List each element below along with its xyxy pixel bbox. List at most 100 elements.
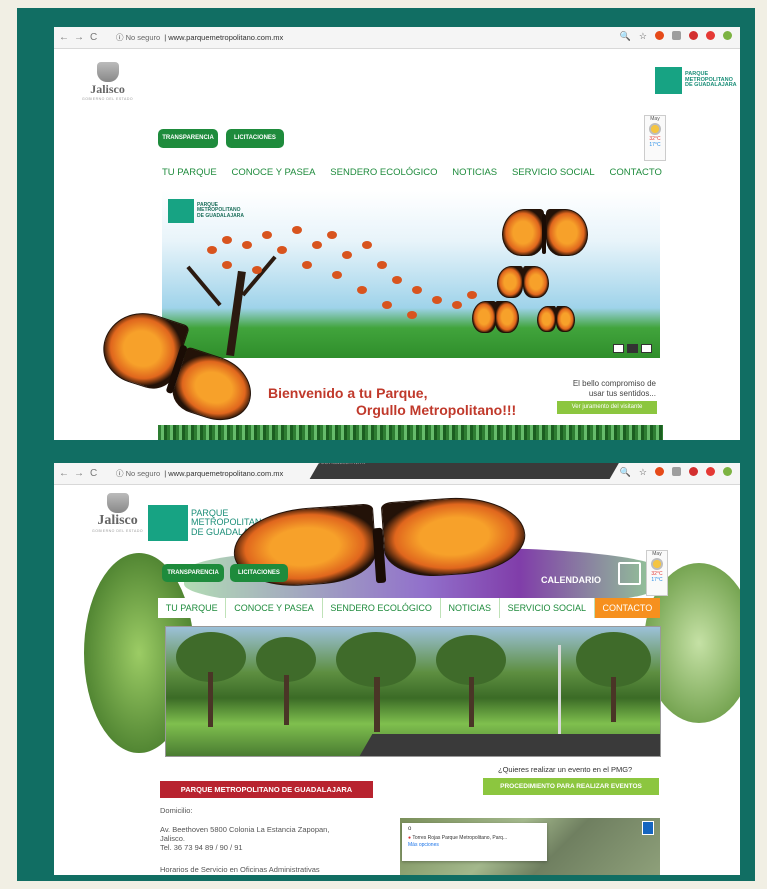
- banner-park-logo: PARQUE METROPOLITANO DE GUADALAJARA: [168, 199, 244, 223]
- jalisco-subtitle: GOBIERNO DEL ESTADO: [92, 529, 144, 533]
- extension-icon[interactable]: [672, 467, 681, 476]
- large-monarch-butterfly-image: [231, 492, 528, 608]
- main-menu: TU PARQUE CONOCE Y PASEA SENDERO ECOLÓGI…: [162, 167, 662, 178]
- small-butterfly-icon: [412, 286, 422, 294]
- small-butterfly-icon: [332, 271, 342, 279]
- slide-dot[interactable]: [641, 344, 652, 353]
- small-butterfly-icon: [467, 291, 477, 299]
- menu-servicio-social[interactable]: SERVICIO SOCIAL: [512, 167, 595, 178]
- small-butterfly-icon: [357, 286, 367, 294]
- street-view-icon[interactable]: [642, 821, 654, 835]
- extension-icon[interactable]: [706, 467, 715, 476]
- monarch-butterfly-image: [472, 301, 519, 336]
- menu-conoce-y-pasea[interactable]: CONOCE Y PASEA: [226, 598, 323, 618]
- browser-extensions: 🔍 ☆: [620, 31, 732, 42]
- monarch-butterfly-image: [502, 209, 588, 264]
- contact-page-screenshot: ← → C ⓘ No seguro | www.parquemetropolita…: [54, 463, 740, 875]
- address-bar[interactable]: ⓘ No seguro | www.parquemetropolitano.com…: [116, 32, 283, 43]
- licitaciones-button[interactable]: LICITACIONES: [226, 129, 284, 148]
- slide-dot[interactable]: [627, 344, 638, 353]
- insecure-label: No seguro: [125, 469, 161, 478]
- small-butterfly-icon: [222, 236, 232, 244]
- small-butterfly-icon: [452, 301, 462, 309]
- monarch-butterfly-image: [497, 266, 549, 301]
- section-title: PARQUE METROPOLITANO DE GUADALAJARA: [160, 781, 373, 798]
- embedded-map[interactable]: o ● Torres Rojas Parque Metropolitano, P…: [400, 818, 660, 875]
- tree-branch: [186, 265, 222, 307]
- reload-icon[interactable]: C: [90, 32, 97, 43]
- browser-toolbar: ← → C ⓘ No seguro | www.parquemetropolita…: [54, 463, 740, 485]
- browser-extensions: 🔍 ☆: [620, 467, 732, 478]
- extension-icon[interactable]: [672, 31, 681, 40]
- jalisco-subtitle: GOBIERNO DEL ESTADO: [82, 97, 134, 101]
- small-butterfly-icon: [277, 246, 287, 254]
- lamp-post: [558, 645, 561, 735]
- jalisco-logo[interactable]: Jalisco GOBIERNO DEL ESTADO: [82, 62, 133, 101]
- extension-icon[interactable]: [706, 31, 715, 40]
- bookmark-star-icon[interactable]: ☆: [639, 467, 647, 478]
- forward-icon[interactable]: →: [74, 32, 84, 43]
- procedure-button[interactable]: PROCEDIMIENTO PARA REALIZAR EVENTOS: [483, 778, 659, 795]
- map-card-header: o: [408, 826, 412, 832]
- calendar-icon[interactable]: [618, 562, 641, 585]
- small-butterfly-icon: [377, 261, 387, 269]
- jalisco-name: Jalisco: [97, 513, 138, 528]
- park-logo[interactable]: PARQUE METROPOLITANO DE GUADALAJARA: [655, 67, 737, 94]
- calendar-link[interactable]: CALENDARIO: [541, 575, 601, 585]
- menu-noticias[interactable]: NOTICIAS: [452, 167, 497, 178]
- bookmark-star-icon[interactable]: ☆: [639, 31, 647, 42]
- extension-icon[interactable]: [723, 31, 732, 40]
- extension-icon[interactable]: [655, 31, 664, 40]
- menu-conoce-y-pasea[interactable]: CONOCE Y PASEA: [232, 167, 316, 178]
- oath-button[interactable]: Ver juramento del visitante: [557, 401, 657, 414]
- menu-sendero-ecologico[interactable]: SENDERO ECOLÓGICO: [330, 167, 437, 178]
- zoom-icon[interactable]: 🔍: [620, 467, 631, 478]
- logo-line3: DE GUADALAJARA: [685, 82, 737, 89]
- small-butterfly-icon: [327, 231, 337, 239]
- hours-label: Horarios de Servicio en Oficinas Adminis…: [160, 865, 320, 874]
- extension-icon[interactable]: [689, 31, 698, 40]
- transparencia-button[interactable]: TRANSPARENCIA: [158, 129, 218, 148]
- slide-dot[interactable]: [613, 344, 624, 353]
- small-butterfly-icon: [252, 266, 262, 274]
- small-butterfly-icon: [407, 311, 417, 319]
- forward-icon[interactable]: →: [74, 468, 84, 479]
- transparencia-button[interactable]: TRANSPARENCIA: [162, 564, 224, 582]
- jalisco-logo[interactable]: Jalisco GOBIERNO DEL ESTADO: [92, 493, 143, 533]
- menu-servicio-social[interactable]: SERVICIO SOCIAL: [500, 598, 595, 618]
- butterfly-logo-icon: [655, 67, 682, 94]
- reload-icon[interactable]: C: [90, 468, 97, 479]
- menu-noticias[interactable]: NOTICIAS: [441, 598, 500, 618]
- menu-sendero-ecologico[interactable]: SENDERO ECOLÓGICO: [323, 598, 441, 618]
- jalisco-name: Jalisco: [90, 82, 125, 96]
- slider-pagination: [613, 344, 652, 353]
- zoom-icon[interactable]: 🔍: [620, 31, 631, 42]
- address-bar[interactable]: ⓘ No seguro | www.parquemetropolitano.com…: [116, 463, 623, 479]
- licitaciones-button[interactable]: LICITACIONES: [230, 564, 288, 582]
- grass-strip: [158, 425, 663, 440]
- map-place-name: Torres Rojas Parque Metropolitano, Parq.…: [412, 835, 508, 841]
- crest-icon: [96, 62, 119, 82]
- back-icon[interactable]: ←: [59, 32, 69, 43]
- homepage-screenshot: ← → C ⓘ No seguro | www.parquemetropolita…: [54, 27, 740, 440]
- menu-tu-parque[interactable]: TU PARQUE: [158, 598, 227, 618]
- map-more-options[interactable]: Más opciones: [402, 841, 547, 849]
- walking-path: [359, 734, 660, 756]
- tree-branch: [241, 255, 277, 297]
- menu-contacto[interactable]: CONTACTO: [594, 598, 661, 618]
- menu-tu-parque[interactable]: TU PARQUE: [162, 167, 217, 178]
- extension-icon[interactable]: [655, 467, 664, 476]
- extension-icon[interactable]: [689, 467, 698, 476]
- extension-icon[interactable]: [723, 467, 732, 476]
- menu-contacto[interactable]: CONTACTO: [610, 167, 662, 178]
- domicilio-label: Domicilio:: [160, 806, 193, 815]
- banner-logo-line3: DE GUADALAJARA: [197, 212, 244, 219]
- small-butterfly-icon: [362, 241, 372, 249]
- small-butterfly-icon: [392, 276, 402, 284]
- back-icon[interactable]: ←: [59, 468, 69, 479]
- small-butterfly-icon: [302, 261, 312, 269]
- partly-cloudy-icon: [651, 558, 663, 570]
- weather-day: May: [650, 116, 660, 122]
- weather-low: 17°C: [651, 577, 663, 583]
- url-text: www.parquemetropolitano.com.mx: [168, 33, 284, 42]
